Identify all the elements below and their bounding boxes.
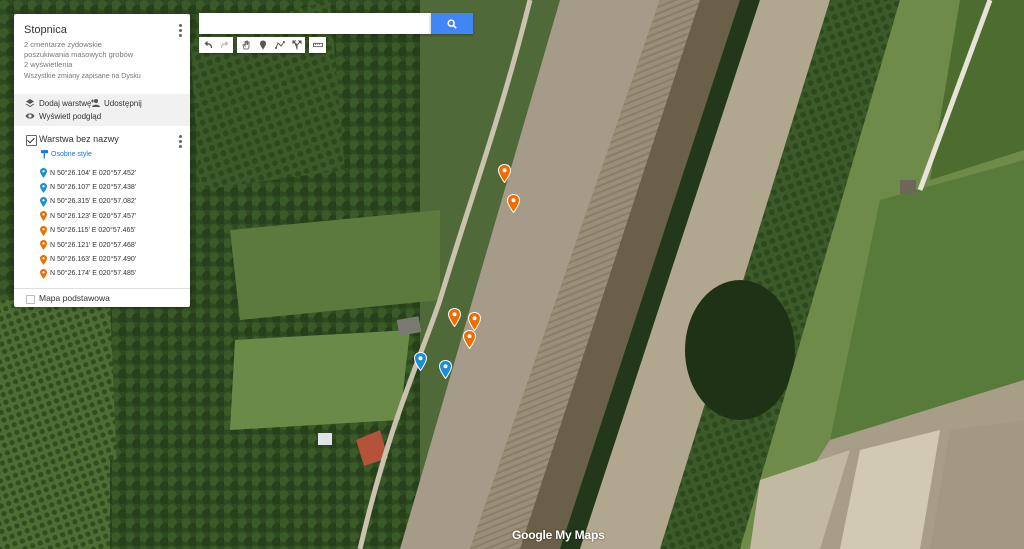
point-coordinates: N 50°26.163' E 020°57.490' bbox=[50, 256, 137, 264]
directions-icon bbox=[291, 40, 302, 50]
map-toolbar bbox=[199, 37, 330, 53]
point-list-item[interactable]: N 50°26.315' E 020°57.082' bbox=[14, 195, 190, 209]
point-coordinates: N 50°26.107' E 020°57.438' bbox=[50, 184, 137, 192]
layers-icon bbox=[25, 99, 35, 108]
undo-button[interactable] bbox=[199, 37, 216, 53]
map-marker-icon[interactable] bbox=[506, 193, 521, 214]
point-coordinates: N 50°26.115' E 020°57.465' bbox=[50, 227, 136, 235]
basemap-section[interactable]: Mapa podstawowa bbox=[14, 288, 190, 307]
add-person-icon bbox=[91, 99, 100, 107]
point-list-item[interactable]: N 50°26.163' E 020°57.490' bbox=[14, 252, 190, 266]
point-list-item[interactable]: N 50°26.115' E 020°57.465' bbox=[14, 224, 190, 238]
add-layer-label: Dodaj warstwę bbox=[39, 98, 92, 108]
layer-name[interactable]: Warstwa bez nazwy bbox=[39, 134, 119, 144]
map-pin-icon bbox=[40, 211, 47, 222]
edit-tools bbox=[237, 37, 305, 53]
ruler-icon bbox=[312, 42, 323, 48]
point-list-item[interactable]: N 50°26.107' E 020°57.438' bbox=[14, 180, 190, 194]
panel-actions: Dodaj warstwę Udostępnij Wyświetl podglą… bbox=[14, 94, 190, 126]
measure-tools bbox=[309, 37, 326, 53]
search-icon bbox=[447, 18, 457, 29]
map-pin-icon bbox=[40, 254, 47, 265]
saved-status: Wszystkie zmiany zapisane na Dysku bbox=[24, 73, 141, 80]
point-list-item[interactable]: N 50°26.174' E 020°57.485' bbox=[14, 267, 190, 281]
preview-label: Wyświetl podgląd bbox=[39, 111, 102, 121]
point-coordinates: N 50°26.174' E 020°57.485' bbox=[50, 270, 137, 278]
add-marker-icon bbox=[259, 40, 266, 50]
share-label: Udostępnij bbox=[104, 98, 142, 108]
map-marker-icon[interactable] bbox=[467, 311, 482, 332]
map-pin-icon bbox=[40, 225, 47, 236]
hand-icon bbox=[242, 40, 249, 50]
map-info-panel: Stopnica 2 cmentarze żydowskie poszukiwa… bbox=[14, 14, 190, 307]
point-list-item[interactable]: N 50°26.123' E 020°57.457' bbox=[14, 209, 190, 223]
layer-options-kebab-icon[interactable] bbox=[174, 134, 186, 150]
map-pin-icon bbox=[40, 196, 47, 207]
map-marker-icon[interactable] bbox=[447, 307, 462, 328]
map-marker-icon[interactable] bbox=[462, 329, 477, 350]
layer-visibility-checkbox[interactable] bbox=[26, 135, 37, 146]
add-layer-button[interactable]: Dodaj warstwę bbox=[25, 98, 91, 108]
map-marker-icon[interactable] bbox=[497, 163, 512, 184]
map-description[interactable]: 2 cmentarze żydowskie poszukiwania masow… bbox=[24, 40, 144, 70]
point-list: N 50°26.104' E 020°57.452' N 50°26.107' E… bbox=[14, 166, 190, 281]
point-coordinates: N 50°26.121' E 020°57.468' bbox=[50, 241, 137, 249]
redo-icon bbox=[220, 41, 228, 49]
map-pin-icon bbox=[40, 268, 47, 279]
map-pin-icon bbox=[40, 168, 47, 179]
search-button[interactable] bbox=[431, 13, 473, 34]
point-coordinates: N 50°26.123' E 020°57.457' bbox=[50, 212, 137, 220]
individual-styles-link[interactable]: Osobne style bbox=[41, 150, 92, 159]
point-coordinates: N 50°26.104' E 020°57.452' bbox=[50, 169, 137, 177]
basemap-expand-icon[interactable] bbox=[26, 295, 35, 304]
map-marker-icon[interactable] bbox=[413, 351, 428, 372]
eye-icon bbox=[25, 113, 35, 119]
google-my-maps-logo: Google My Maps bbox=[512, 528, 605, 542]
search-input[interactable] bbox=[199, 13, 431, 34]
measure-button[interactable] bbox=[309, 37, 326, 53]
preview-button[interactable]: Wyświetl podgląd bbox=[25, 111, 101, 121]
history-tools bbox=[199, 37, 233, 53]
map-description-text: 2 cmentarze żydowskie poszukiwania masow… bbox=[24, 40, 134, 59]
map-views-count: 2 wyświetlenia bbox=[24, 60, 73, 69]
share-button[interactable]: Udostępnij bbox=[90, 98, 142, 108]
add-marker-button[interactable] bbox=[254, 37, 271, 53]
draw-line-button[interactable] bbox=[271, 37, 288, 53]
directions-button[interactable] bbox=[288, 37, 305, 53]
select-items-button[interactable] bbox=[237, 37, 254, 53]
paint-roller-icon bbox=[41, 150, 48, 159]
point-list-item[interactable]: N 50°26.121' E 020°57.468' bbox=[14, 238, 190, 252]
redo-button[interactable] bbox=[216, 37, 233, 53]
undo-icon bbox=[204, 41, 212, 49]
point-list-item[interactable]: N 50°26.104' E 020°57.452' bbox=[14, 166, 190, 180]
individual-styles-label: Osobne style bbox=[51, 151, 92, 158]
map-options-kebab-icon[interactable] bbox=[174, 23, 186, 39]
point-coordinates: N 50°26.315' E 020°57.082' bbox=[50, 198, 137, 206]
draw-line-icon bbox=[274, 41, 285, 49]
map-pin-icon bbox=[40, 240, 47, 251]
map-title[interactable]: Stopnica bbox=[24, 24, 67, 36]
map-pin-icon bbox=[40, 182, 47, 193]
map-marker-icon[interactable] bbox=[438, 359, 453, 380]
basemap-label: Mapa podstawowa bbox=[39, 293, 110, 303]
